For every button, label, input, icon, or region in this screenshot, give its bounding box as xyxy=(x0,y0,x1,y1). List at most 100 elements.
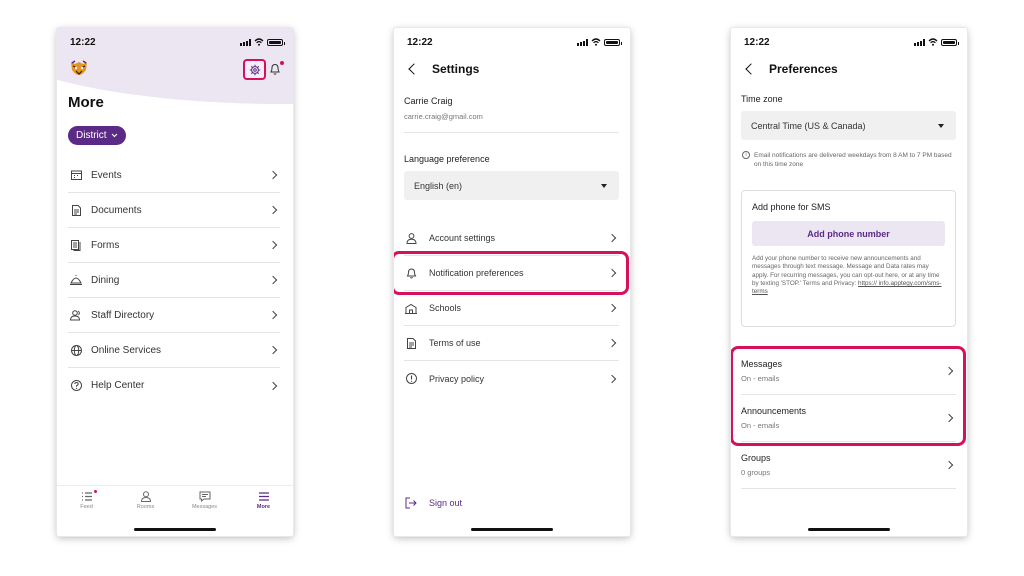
home-indicator xyxy=(134,528,216,531)
sms-description: Add your phone number to receive new ann… xyxy=(752,255,942,296)
menu-item-label: Staff Directory xyxy=(91,309,155,321)
settings-item-label: Schools xyxy=(429,303,462,313)
info-icon: i xyxy=(742,151,750,159)
settings-item-label: Terms of use xyxy=(429,338,481,348)
tab-feed[interactable]: Feed xyxy=(57,486,116,519)
status-time: 12:22 xyxy=(70,37,96,48)
menu-item-dining[interactable]: Dining xyxy=(68,263,280,298)
battery-icon xyxy=(604,38,622,46)
timezone-value: Central Time (US & Canada) xyxy=(751,120,866,131)
sms-card: Add phone for SMS Add phone number Add y… xyxy=(741,190,956,327)
info-icon xyxy=(404,372,418,386)
sign-out-button[interactable]: Sign out xyxy=(404,496,462,510)
menu-item-label: Forms xyxy=(91,239,120,251)
user-email: carrie.craig@gmail.com xyxy=(404,112,483,121)
messages-icon xyxy=(199,491,210,502)
help-icon xyxy=(69,379,83,393)
feed-icon xyxy=(81,492,92,501)
calendar-icon xyxy=(69,168,83,182)
chevron-right-icon xyxy=(268,381,278,390)
language-value: English (en) xyxy=(414,180,463,191)
menu-item-events[interactable]: Events xyxy=(68,158,280,193)
nav-bar: Settings xyxy=(407,62,479,76)
chevron-down-icon xyxy=(111,133,117,138)
timezone-label: Time zone xyxy=(741,94,783,104)
menu-item-label: Events xyxy=(91,169,122,181)
document-icon xyxy=(69,203,83,217)
divider xyxy=(404,132,619,133)
nav-bar: Preferences xyxy=(744,62,838,76)
menu-item-label: Dining xyxy=(91,274,120,286)
sign-out-icon xyxy=(405,497,417,509)
wifi-icon xyxy=(928,38,938,46)
menu-item-label: Online Services xyxy=(91,344,162,356)
sms-title: Add phone for SMS xyxy=(752,202,831,212)
pref-subtitle: 0 groups xyxy=(741,468,771,477)
status-time: 12:22 xyxy=(407,37,433,48)
add-phone-button[interactable]: Add phone number xyxy=(752,221,945,246)
status-bar: 12:22 xyxy=(70,37,285,49)
dining-icon xyxy=(69,273,83,287)
settings-item-label: Account settings xyxy=(429,233,496,243)
document-icon xyxy=(404,336,418,350)
status-bar: 12:22 xyxy=(407,37,622,49)
page-title: More xyxy=(68,94,104,111)
back-arrow-icon[interactable] xyxy=(408,63,420,75)
chevron-right-icon xyxy=(268,170,278,180)
signal-icon xyxy=(914,38,925,46)
chevron-right-icon xyxy=(268,240,278,250)
settings-item-schools[interactable]: Schools xyxy=(404,291,619,326)
notification-dot xyxy=(280,61,284,65)
preferences-screen: 12:22 Preferences Time zone Central Time… xyxy=(731,28,967,536)
caret-down-icon xyxy=(601,184,607,188)
tab-rooms[interactable]: Rooms xyxy=(116,486,175,519)
bell-icon[interactable] xyxy=(269,62,281,76)
hamburger-icon xyxy=(258,492,269,501)
sign-out-label: Sign out xyxy=(429,498,463,508)
settings-list: Account settings Notification preference… xyxy=(404,221,619,396)
settings-item-privacy[interactable]: Privacy policy xyxy=(404,361,619,396)
caret-down-icon xyxy=(938,124,944,128)
status-bar: 12:22 xyxy=(744,37,959,49)
menu-item-forms[interactable]: Forms xyxy=(68,228,280,263)
menu-item-staff-directory[interactable]: Staff Directory xyxy=(68,298,280,333)
language-select[interactable]: English (en) xyxy=(404,171,619,200)
settings-item-terms[interactable]: Terms of use xyxy=(404,326,619,361)
settings-item-label: Privacy policy xyxy=(429,373,485,384)
page-title: Settings xyxy=(432,62,480,76)
people-icon xyxy=(69,308,83,322)
highlight-notification-preferences xyxy=(394,251,629,295)
globe-icon xyxy=(69,343,83,357)
person-icon xyxy=(404,231,418,245)
chevron-right-icon xyxy=(607,233,617,243)
school-icon xyxy=(404,301,418,315)
gear-icon xyxy=(249,64,260,75)
chevron-right-icon xyxy=(268,205,278,215)
chevron-right-icon xyxy=(268,275,278,285)
pref-item-groups[interactable]: Groups 0 groups xyxy=(741,442,956,489)
tab-more[interactable]: More xyxy=(234,486,293,519)
back-arrow-icon[interactable] xyxy=(745,63,757,75)
settings-button[interactable] xyxy=(243,59,266,80)
timezone-note: i Email notifications are delivered week… xyxy=(742,151,957,169)
tiger-logo xyxy=(71,60,87,75)
more-menu: Events Documents Forms Dining Staff Dire… xyxy=(68,158,280,403)
menu-item-documents[interactable]: Documents xyxy=(68,193,280,228)
wifi-icon xyxy=(591,38,601,46)
district-label: District xyxy=(76,130,107,141)
tab-messages[interactable]: Messages xyxy=(175,486,234,519)
menu-item-help-center[interactable]: Help Center xyxy=(68,368,280,403)
notification-dot xyxy=(94,490,97,493)
menu-item-label: Documents xyxy=(91,204,142,216)
district-dropdown[interactable]: District xyxy=(68,126,126,145)
menu-item-online-services[interactable]: Online Services xyxy=(68,333,280,368)
wifi-icon xyxy=(254,38,264,46)
chevron-right-icon xyxy=(607,303,617,313)
timezone-select[interactable]: Central Time (US & Canada) xyxy=(741,111,956,140)
menu-item-label: Help Center xyxy=(91,380,145,391)
tab-bar: Feed Rooms Messages More xyxy=(57,485,293,519)
more-screen: 12:22 More District Events Documents For… xyxy=(57,28,293,536)
home-indicator xyxy=(471,528,553,531)
pref-title: Groups xyxy=(741,453,771,463)
battery-icon xyxy=(941,38,959,46)
